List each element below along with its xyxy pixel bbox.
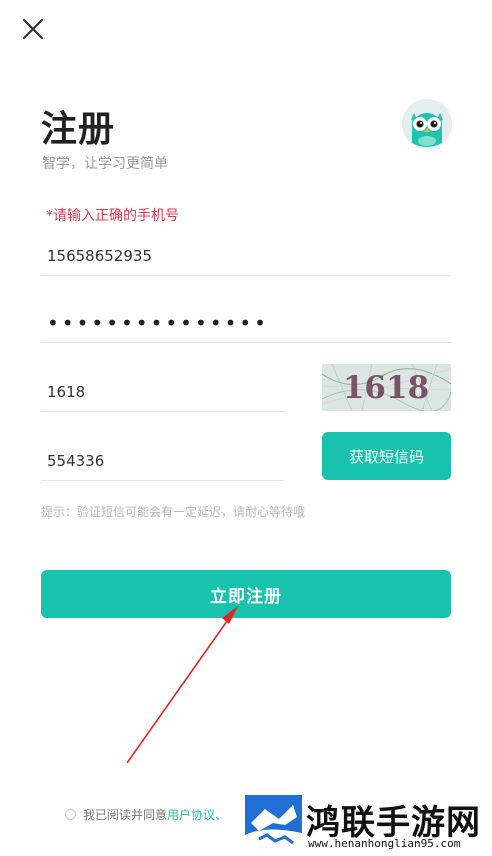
password-input[interactable]: ••••••••••••••• <box>41 303 451 343</box>
owl-avatar-icon <box>402 99 452 149</box>
close-icon[interactable] <box>18 14 48 44</box>
watermark-logo <box>245 795 302 852</box>
sms-code-input[interactable] <box>41 441 285 481</box>
page-title: 注册 <box>41 109 116 150</box>
agreement-prefix: 我已阅读并同意 <box>83 808 168 822</box>
user-agreement-link[interactable]: 用户协议、 <box>167 806 227 823</box>
hint-text: 提示：验证短信可能会有一定延迟，请耐心等待哦 <box>41 505 306 519</box>
captcha-image[interactable]: 1618 <box>322 364 451 411</box>
register-button[interactable]: 立即注册 <box>41 570 451 618</box>
page-subtitle: 智学，让学习更简单 <box>42 156 168 172</box>
watermark-url: www.henanhonglian95.com <box>308 837 461 850</box>
agreement-row: 我已阅读并同意 用户协议、 <box>65 806 227 823</box>
phone-input[interactable] <box>41 236 451 276</box>
agree-radio[interactable] <box>65 809 76 820</box>
get-sms-code-button[interactable]: 获取短信码 <box>322 432 451 480</box>
captcha-input[interactable] <box>41 372 285 412</box>
error-message: *请输入正确的手机号 <box>46 208 179 224</box>
captcha-image-text: 1618 <box>343 370 429 406</box>
